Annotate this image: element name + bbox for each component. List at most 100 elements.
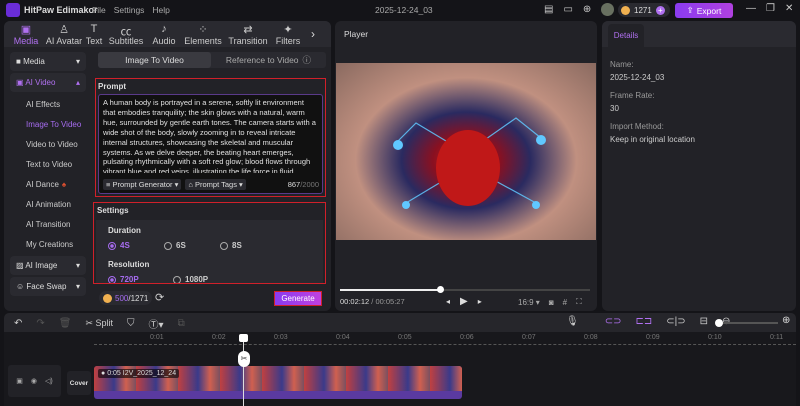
redo-icon[interactable]: ↷	[36, 318, 44, 329]
magnet-icon[interactable]: ⊏⊐	[635, 316, 652, 327]
close-icon[interactable]: ✕	[785, 3, 793, 14]
sidebar-item-ai-transition[interactable]: AI Transition	[6, 214, 90, 234]
subtitles-icon: ㏄	[120, 25, 132, 38]
link-icon[interactable]: ⊂⊃	[605, 316, 622, 327]
duration-8s-radio[interactable]: 8S	[220, 241, 242, 250]
tab-elements[interactable]: ⁘ Elements	[181, 23, 225, 46]
clip-label: ● 0:05 I2V_2025_12_24	[98, 369, 180, 378]
tab-label: Transition	[228, 35, 268, 46]
credits-badge[interactable]: 1271 +	[618, 3, 670, 17]
face-icon: ☺	[16, 282, 27, 291]
next-frame-icon[interactable]: ▸	[478, 297, 482, 306]
delete-icon[interactable]: 🗑	[59, 318, 72, 329]
prompt-generator-button[interactable]: ≡ Prompt Generator ▾	[103, 179, 182, 190]
split-view-icon[interactable]: ⊂|⊃	[666, 316, 685, 327]
sidebar-group-media[interactable]: ■ Media ▾	[10, 52, 86, 71]
export-button[interactable]: ⇪ Export	[675, 3, 733, 18]
aspect-label: 16:9	[518, 297, 534, 307]
prompt-tags-button[interactable]: ⌂ Prompt Tags ▾	[185, 179, 246, 190]
aspect-ratio-dropdown[interactable]: 16:9 ▾	[518, 298, 540, 307]
menu-help[interactable]: Help	[152, 5, 169, 15]
prompt-input[interactable]: A human body is portrayed in a serene, s…	[99, 95, 322, 173]
folder-icon: ■	[16, 57, 24, 66]
download-icon[interactable]: ⊕	[583, 4, 591, 15]
avatar-icon: ♙	[59, 23, 69, 36]
tab-details[interactable]: Details	[608, 24, 644, 47]
text-dropdown-icon[interactable]: Ⓣ▾	[149, 316, 164, 331]
dancer-icon: ♠	[61, 179, 67, 189]
minimize-icon[interactable]: —	[746, 3, 756, 14]
playback-slider[interactable]	[340, 286, 590, 293]
sidebar-item-ai-dance[interactable]: AI Dance ♠	[6, 174, 90, 194]
ruler-tick-label: 0:03	[274, 334, 288, 341]
crop-icon[interactable]: ⧉	[178, 318, 185, 329]
tab-text[interactable]: T Text	[83, 23, 105, 46]
layout-icon[interactable]: ▤	[544, 4, 553, 15]
sidebar-group-face-swap[interactable]: ☺ Face Swap ▾	[10, 277, 86, 296]
tab-filters[interactable]: ✦ Filters	[271, 23, 305, 46]
video-clip[interactable]: ● 0:05 I2V_2025_12_24	[94, 366, 462, 399]
export-label: Export	[696, 5, 722, 16]
sidebar-item-video-to-video[interactable]: Video to Video	[6, 134, 90, 154]
duration-6s-radio[interactable]: 6S	[164, 241, 220, 250]
grid-icon[interactable]: #	[563, 298, 567, 307]
sidebar-item-my-creations[interactable]: My Creations	[6, 234, 90, 254]
tab-subtitles[interactable]: ㏄ Subtitles	[105, 23, 147, 46]
char-count: 867	[287, 180, 301, 189]
add-credits-icon[interactable]: +	[655, 5, 665, 15]
generate-button[interactable]: Generate	[274, 291, 322, 306]
resolution-1080p-radio[interactable]: 1080P	[173, 275, 208, 283]
import-value: Keep in original location	[610, 135, 695, 144]
tab-media[interactable]: ▣ Media	[7, 23, 45, 46]
fit-icon[interactable]: ⊟	[700, 316, 708, 327]
playhead-handle[interactable]	[239, 334, 248, 342]
lock-icon[interactable]: ▣	[16, 377, 23, 385]
menu-settings[interactable]: Settings	[114, 5, 145, 15]
ruler-tick-label: 0:08	[584, 334, 598, 341]
snapshot-icon[interactable]: ◙	[549, 298, 554, 307]
restore-icon[interactable]: ❐	[766, 3, 775, 14]
sidebar-item-text-to-video[interactable]: Text to Video	[6, 154, 90, 174]
microphone-icon[interactable]: 🎙	[566, 316, 579, 327]
fullscreen-icon[interactable]: ⛶	[576, 297, 582, 307]
avatar[interactable]	[601, 3, 615, 16]
fps-label: Frame Rate:	[610, 91, 655, 100]
prompt-section: Prompt A human body is portrayed in a se…	[95, 78, 326, 197]
resolution-720p-radio[interactable]: 720P	[108, 275, 173, 283]
prompt-heading: Prompt	[98, 82, 126, 91]
sidebar-item-ai-animation[interactable]: AI Animation	[6, 194, 90, 214]
tab-audio[interactable]: ♪ Audio	[147, 23, 181, 46]
split-scissors-icon[interactable]: ✂	[238, 351, 250, 367]
eye-icon[interactable]: ◉	[31, 377, 37, 385]
chevron-right-icon[interactable]: ›	[311, 27, 315, 41]
feedback-icon[interactable]: ▭	[563, 4, 572, 15]
tab-reference-to-video[interactable]: Reference to Video ⓘ	[211, 52, 326, 68]
sidebar-item-ai-effects[interactable]: AI Effects	[6, 94, 90, 114]
duration-4s-radio[interactable]: 4S	[108, 241, 164, 250]
speaker-icon[interactable]: ◁)	[45, 377, 53, 385]
sidebar-group-ai-image[interactable]: ▨ AI Image ▾	[10, 256, 86, 275]
tab-ai-avatar[interactable]: ♙ AI Avatar	[45, 23, 83, 46]
mask-icon[interactable]: ⛉	[127, 318, 135, 329]
cost-total: /1271	[128, 293, 149, 303]
tab-image-to-video[interactable]: Image To Video	[98, 52, 211, 68]
sidebar-item-image-to-video[interactable]: Image To Video	[6, 114, 90, 134]
prev-frame-icon[interactable]: ◂	[446, 297, 450, 306]
ruler-tick-label: 0:11	[770, 334, 784, 341]
refresh-icon[interactable]: ⟳	[155, 291, 164, 304]
sidebar-group-ai-video[interactable]: ▣ AI Video ▴	[10, 73, 86, 92]
info-icon[interactable]: ⓘ	[303, 54, 312, 66]
tab-label: Audio	[152, 35, 176, 46]
zoom-slider[interactable]	[715, 319, 778, 327]
group-label: Face Swap	[26, 282, 67, 291]
undo-icon[interactable]: ↶	[14, 318, 22, 329]
play-icon[interactable]: ▶	[460, 296, 468, 307]
player-title: Player	[344, 29, 369, 39]
menu-file[interactable]: File	[92, 5, 106, 15]
zoom-in-icon[interactable]: ⊕	[782, 315, 790, 326]
export-icon: ⇪	[686, 5, 694, 15]
playhead[interactable]	[243, 334, 244, 406]
split-button[interactable]: ✂ Split	[85, 318, 113, 329]
tab-transition[interactable]: ⇄ Transition	[225, 23, 271, 46]
cover-button[interactable]: Cover	[67, 371, 91, 395]
